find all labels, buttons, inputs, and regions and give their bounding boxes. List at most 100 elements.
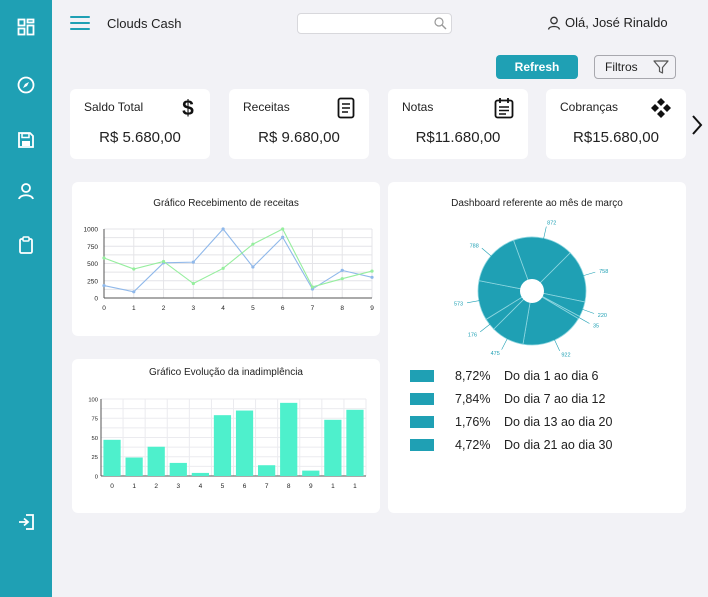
y-tick-label: 500 <box>87 261 98 268</box>
pie-leader-line <box>481 247 493 258</box>
filter-icon <box>653 60 669 74</box>
card-value: R$11.680,00 <box>415 129 501 146</box>
data-point <box>251 242 255 246</box>
legend-swatch <box>410 416 434 428</box>
diamond-arrows-icon <box>650 97 672 124</box>
x-tick-label: 1 <box>353 483 357 490</box>
save-icon[interactable] <box>14 128 38 152</box>
x-tick-label: 7 <box>311 305 315 312</box>
pie-leader-line <box>581 271 596 277</box>
data-point <box>132 290 136 294</box>
dollar-icon: $ <box>180 97 196 124</box>
pie-leader-line <box>501 337 509 350</box>
x-tick-label: 2 <box>162 305 166 312</box>
card-receitas[interactable]: Receitas R$ 9.680,00 <box>229 89 369 159</box>
pie-leader-line <box>553 338 560 352</box>
legend-label: Do dia 1 ao dia 6 <box>504 369 599 383</box>
x-tick-label: 1 <box>331 483 335 490</box>
legend-swatch <box>410 370 434 382</box>
y-tick-label: 25 <box>92 455 98 461</box>
bar <box>280 402 298 476</box>
search-input[interactable] <box>304 14 434 34</box>
user-icon[interactable] <box>14 179 38 203</box>
legend-percent: 4,72% <box>455 438 491 452</box>
line-chart: 0 250 500 750 1000 0 1 2 3 4 5 6 7 8 9 <box>84 227 375 313</box>
refresh-button[interactable]: Refresh <box>496 55 578 79</box>
data-point <box>370 275 374 279</box>
x-tick-label: 3 <box>176 483 180 490</box>
search-box[interactable] <box>297 13 452 34</box>
x-tick-label: 4 <box>221 305 225 312</box>
card-label: Saldo Total <box>84 100 144 114</box>
x-tick-label: 3 <box>192 305 196 312</box>
user-greeting: Olá, José Rinaldo <box>565 15 668 30</box>
data-point <box>251 265 255 269</box>
search-icon[interactable] <box>434 17 447 35</box>
data-point <box>221 266 225 270</box>
x-tick-label: 6 <box>281 305 285 312</box>
legend-label: Do dia 13 ao dia 20 <box>504 415 613 429</box>
bar <box>213 415 232 476</box>
document-icon <box>337 97 355 124</box>
bar <box>191 472 209 476</box>
x-tick-label: 8 <box>340 305 344 312</box>
dashboard-icon[interactable] <box>14 15 38 39</box>
logout-icon[interactable] <box>14 510 38 534</box>
y-tick-label: 0 <box>94 296 98 303</box>
x-tick-label: 2 <box>154 483 158 490</box>
y-tick-label: 750 <box>87 244 98 251</box>
x-tick-label: 1 <box>132 483 136 490</box>
pie-slice-label: 176 <box>468 332 477 338</box>
bar <box>302 470 320 476</box>
legend-item: 8,72% Do dia 1 ao dia 6 <box>410 369 599 383</box>
card-value: R$15.680,00 <box>573 129 659 146</box>
card-saldo-total[interactable]: Saldo Total $ R$ 5.680,00 <box>70 89 210 159</box>
pie-hole <box>520 279 544 303</box>
x-tick-label: 1 <box>132 305 136 312</box>
chevron-right-icon[interactable] <box>690 114 704 141</box>
clipboard-icon[interactable] <box>14 233 38 257</box>
card-value: R$ 9.680,00 <box>258 129 340 146</box>
data-point <box>281 235 285 239</box>
data-point <box>340 277 344 281</box>
bar <box>346 409 364 476</box>
sidebar <box>0 0 52 597</box>
bar <box>258 465 276 476</box>
x-tick-label: 7 <box>265 483 269 490</box>
data-point <box>161 259 166 264</box>
user-icon <box>547 16 561 30</box>
compass-icon[interactable] <box>14 73 38 97</box>
bar <box>169 462 187 476</box>
x-tick-label: 0 <box>102 305 106 312</box>
app-title: Clouds Cash <box>107 16 182 31</box>
card-value: R$ 5.680,00 <box>99 129 181 146</box>
pie-chart: 872 758 220 35 922 475 176 573 788 <box>454 221 608 359</box>
pie-slice-label: 35 <box>593 323 599 329</box>
y-tick-label: 0 <box>95 474 98 480</box>
pie-slice-label: 872 <box>547 221 556 227</box>
legend-swatch <box>410 393 434 405</box>
data-point <box>102 283 106 288</box>
data-point <box>191 281 195 286</box>
pie-slice-label: 788 <box>470 244 479 250</box>
user-menu[interactable]: Olá, José Rinaldo <box>547 15 668 30</box>
pie-slice-label: 573 <box>454 302 463 308</box>
card-notas[interactable]: Notas R$11.680,00 <box>388 89 528 159</box>
bar <box>235 410 254 476</box>
data-point <box>191 260 195 264</box>
bar <box>147 446 165 476</box>
x-tick-label: 5 <box>251 305 255 312</box>
y-tick-label: 50 <box>92 436 98 442</box>
pie-slice-label: 220 <box>598 313 607 319</box>
filter-label: Filtros <box>605 60 638 74</box>
pie-slice-label: 758 <box>599 269 608 275</box>
data-point <box>132 267 136 271</box>
x-tick-label: 6 <box>243 483 247 490</box>
card-cobrancas[interactable]: Cobranças R$15.680,00 <box>546 89 686 159</box>
data-point <box>310 285 315 289</box>
line-chart-panel: Gráfico Recebimento de receitas 0 250 500 7… <box>72 182 380 336</box>
hamburger-menu-icon[interactable] <box>70 16 90 32</box>
filter-button[interactable]: Filtros <box>594 55 676 79</box>
pie-slice-label: 922 <box>561 353 570 359</box>
x-tick-label: 4 <box>199 483 203 490</box>
